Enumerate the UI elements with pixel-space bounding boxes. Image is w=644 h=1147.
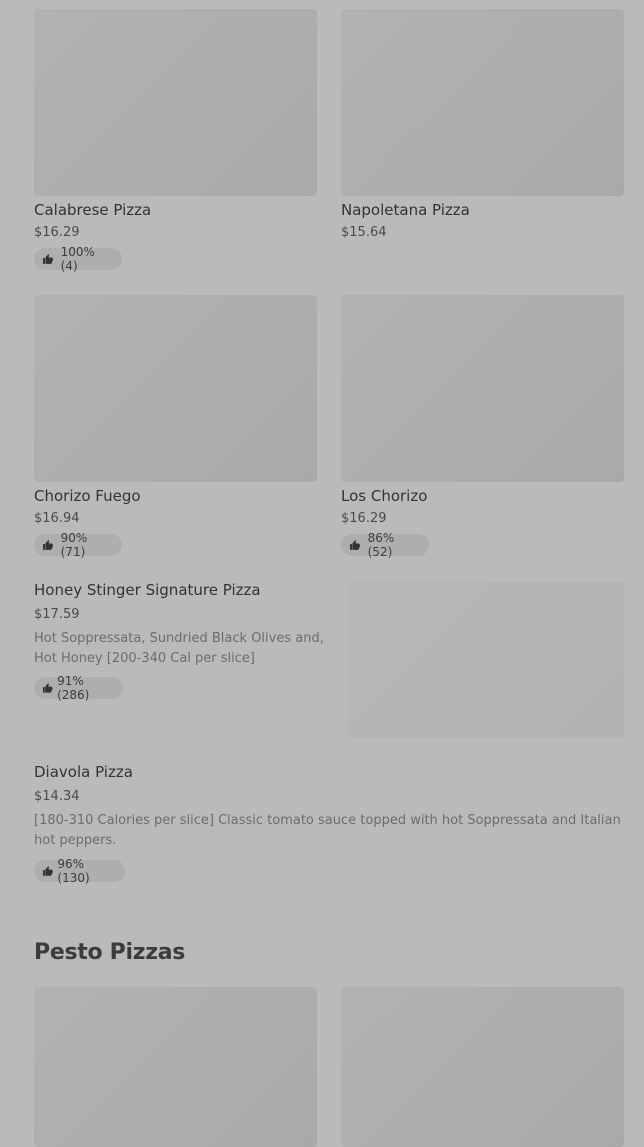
thumbs-up-icon [42,254,54,264]
thumbs-up-icon [349,540,361,550]
menu-item-card[interactable]: Diavola Pizza $14.34 [180-310 Calories p… [0,755,644,890]
item-price: $16.29 [341,511,387,526]
item-image [341,987,624,1147]
item-description: [180-310 Calories per slice] Classic tom… [34,813,621,848]
rating-badge: 86% (52) [341,531,429,559]
item-name: Calabrese Pizza [34,201,152,219]
item-name: Napoletana Pizza [341,201,470,219]
section-title: Pesto Pizzas [34,940,186,965]
rating-badge: 96% (130) [34,857,125,885]
thumbs-up-icon [42,683,53,693]
menu-item-card[interactable] [0,980,322,1147]
item-image [34,987,317,1147]
rating-text: 90% (71) [60,531,88,559]
rating-text: 96% (130) [57,857,90,885]
item-image [34,295,317,482]
item-price: $17.59 [34,607,80,622]
thumbs-up-icon [42,540,54,550]
rating-badge: 91% (286) [34,674,123,702]
item-name: Los Chorizo [341,487,428,505]
rating-badge: 90% (71) [34,531,122,559]
thumbs-up-icon [42,866,53,876]
rating-text: 91% (286) [57,674,90,702]
menu-item-card[interactable] [322,980,644,1147]
item-price: $15.64 [341,225,387,240]
item-image [34,9,317,196]
item-image [341,295,624,482]
item-price: $16.94 [34,511,80,526]
item-name: Diavola Pizza [34,763,133,781]
menu-item-card[interactable]: Honey Stinger Signature Pizza $17.59 Hot… [0,572,644,747]
rating-text: 100% (4) [60,245,95,273]
item-price: $16.29 [34,225,80,240]
rating-badge: 100% (4) [34,245,122,273]
menu-item-card[interactable]: Los Chorizo $16.29 86% (52) [322,286,644,566]
rating-text: 86% (52) [367,531,395,559]
item-price: $14.34 [34,789,80,804]
menu-item-card[interactable]: Chorizo Fuego $16.94 90% (71) [0,286,322,566]
menu-item-card[interactable]: Calabrese Pizza $16.29 100% (4) [0,0,322,280]
item-image [341,9,624,196]
item-description: Hot Soppressata, Sundried Black Olives a… [34,631,324,666]
item-name: Honey Stinger Signature Pizza [34,581,261,599]
menu-item-card[interactable]: Napoletana Pizza $15.64 [322,0,644,280]
item-image [348,582,624,738]
item-name: Chorizo Fuego [34,487,141,505]
